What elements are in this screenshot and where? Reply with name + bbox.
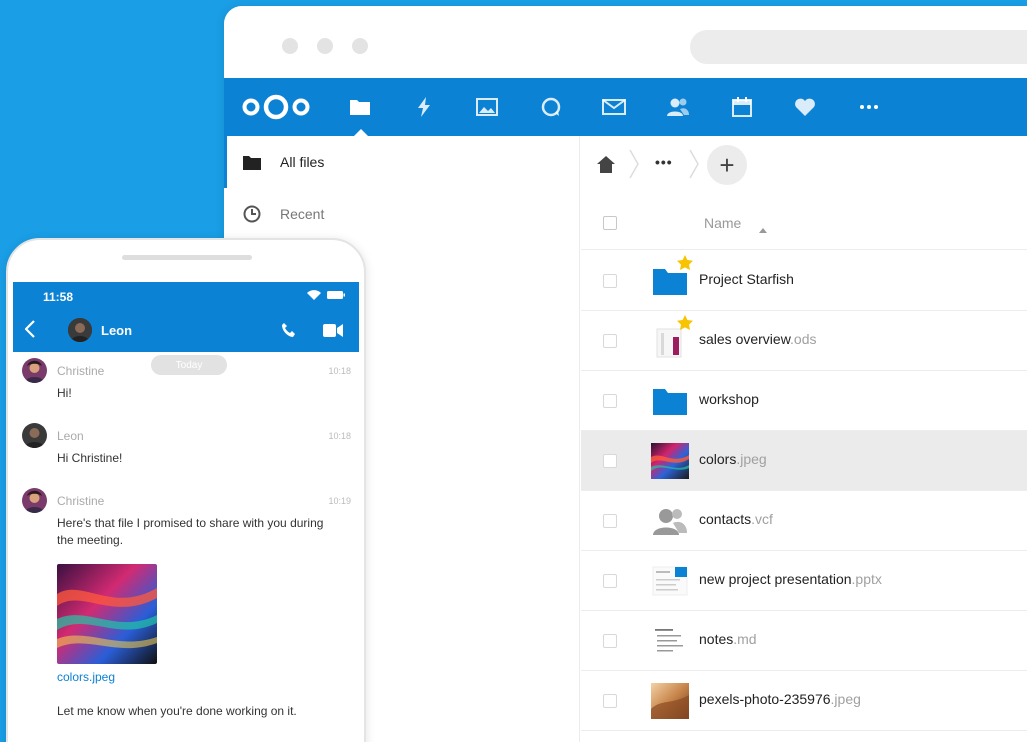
image-thumbnail xyxy=(651,443,689,479)
sidebar-item-all-files[interactable]: All files xyxy=(224,136,580,188)
message-author: Christine xyxy=(57,494,105,508)
message-text: Let me know when you're done working on … xyxy=(57,704,297,718)
date-separator: Today xyxy=(151,355,227,375)
file-name[interactable]: colors.jpeg xyxy=(699,451,767,467)
window-close-dot[interactable] xyxy=(282,38,298,54)
favorite-star-icon[interactable] xyxy=(677,315,693,336)
breadcrumb-more[interactable]: ••• xyxy=(655,154,673,170)
status-bar-icons xyxy=(307,290,345,300)
avatar[interactable] xyxy=(68,318,92,342)
file-row[interactable]: Project Starfish xyxy=(581,251,1027,311)
message-time: 10:18 xyxy=(328,431,351,441)
phone-speaker xyxy=(122,255,252,260)
select-all-checkbox[interactable] xyxy=(603,216,617,230)
sort-ascending-icon[interactable] xyxy=(759,220,767,238)
file-row[interactable]: pexels-photo-235976.jpeg xyxy=(581,671,1027,731)
nextcloud-logo[interactable] xyxy=(240,93,312,126)
talk-icon[interactable] xyxy=(527,78,575,136)
folder-icon xyxy=(242,155,262,170)
breadcrumb-separator xyxy=(629,149,639,179)
phone-call-icon[interactable] xyxy=(281,322,297,343)
file-name[interactable]: contacts.vcf xyxy=(699,511,773,527)
attachment-link[interactable]: colors.jpeg xyxy=(57,670,115,684)
contact-name[interactable]: Leon xyxy=(101,323,132,338)
row-checkbox[interactable] xyxy=(603,334,617,348)
message-author: Christine xyxy=(57,364,105,378)
row-checkbox[interactable] xyxy=(603,634,617,648)
phone-mockup: 11:58 Leon Today Christine 10:18 Hi! Leo… xyxy=(6,238,366,742)
file-row[interactable]: sales overview.ods xyxy=(581,311,1027,371)
folder-icon xyxy=(651,383,689,419)
battery-icon xyxy=(327,291,345,299)
sidebar-item-label: All files xyxy=(280,154,325,170)
wifi-icon xyxy=(307,290,321,300)
row-checkbox[interactable] xyxy=(603,454,617,468)
image-thumbnail xyxy=(651,683,689,719)
more-icon[interactable] xyxy=(845,78,893,136)
file-name[interactable]: new project presentation.pptx xyxy=(699,571,882,587)
row-checkbox[interactable] xyxy=(603,514,617,528)
files-icon[interactable] xyxy=(336,78,384,136)
breadcrumb: ••• + xyxy=(581,136,1027,194)
mail-icon[interactable] xyxy=(590,78,638,136)
photos-icon[interactable] xyxy=(463,78,511,136)
add-button[interactable]: + xyxy=(707,145,747,185)
file-list-area: ••• + Name Project Starfish sales overvi… xyxy=(581,136,1027,742)
message-text: Here's that file I promised to share wit… xyxy=(57,516,324,547)
contacts-file-icon xyxy=(651,503,689,539)
avatar xyxy=(22,488,47,513)
avatar xyxy=(22,358,47,383)
top-navigation xyxy=(224,78,1027,136)
file-name[interactable]: Project Starfish xyxy=(699,271,794,287)
favorite-star-icon[interactable] xyxy=(677,255,693,276)
file-row[interactable]: colors.jpeg xyxy=(581,431,1027,491)
window-maximize-dot[interactable] xyxy=(352,38,368,54)
row-checkbox[interactable] xyxy=(603,274,617,288)
breadcrumb-separator xyxy=(689,149,699,179)
row-checkbox[interactable] xyxy=(603,694,617,708)
file-table-header: Name xyxy=(581,196,1027,250)
message-time: 10:19 xyxy=(328,496,351,506)
message-text: Hi! xyxy=(57,386,72,400)
sidebar-item-recent[interactable]: Recent xyxy=(224,188,580,240)
avatar xyxy=(22,423,47,448)
file-name[interactable]: sales overview.ods xyxy=(699,331,817,347)
file-row[interactable]: notes.md xyxy=(581,611,1027,671)
clock-icon xyxy=(242,205,262,223)
chat-header: 11:58 Leon xyxy=(13,282,359,352)
window-minimize-dot[interactable] xyxy=(317,38,333,54)
chat-messages: Today Christine 10:18 Hi! Leon 10:18 Hi … xyxy=(13,352,359,742)
column-header-name[interactable]: Name xyxy=(704,215,741,231)
status-bar-time: 11:58 xyxy=(43,290,74,304)
browser-chrome xyxy=(224,6,1027,78)
file-row[interactable]: new project presentation.pptx xyxy=(581,551,1027,611)
video-call-icon[interactable] xyxy=(323,324,343,342)
message-time: 10:18 xyxy=(328,366,351,376)
calendar-icon[interactable] xyxy=(718,78,766,136)
back-arrow-icon[interactable] xyxy=(24,320,35,343)
sidebar-item-label: Recent xyxy=(280,206,325,222)
text-file-thumbnail xyxy=(651,623,689,659)
row-checkbox[interactable] xyxy=(603,394,617,408)
file-row[interactable]: contacts.vcf xyxy=(581,491,1027,551)
file-row[interactable]: workshop xyxy=(581,371,1027,431)
row-checkbox[interactable] xyxy=(603,574,617,588)
shared-image-preview[interactable] xyxy=(57,564,157,664)
message-author: Leon xyxy=(57,429,84,443)
home-icon[interactable] xyxy=(597,156,615,178)
file-name[interactable]: workshop xyxy=(699,391,759,407)
message-text: Hi Christine! xyxy=(57,451,123,465)
activity-icon[interactable] xyxy=(400,78,448,136)
favorites-icon[interactable] xyxy=(781,78,829,136)
file-name[interactable]: notes.md xyxy=(699,631,757,647)
file-name[interactable]: pexels-photo-235976.jpeg xyxy=(699,691,861,707)
address-bar[interactable] xyxy=(690,30,1027,64)
contacts-icon[interactable] xyxy=(654,78,702,136)
presentation-thumbnail xyxy=(651,563,689,599)
